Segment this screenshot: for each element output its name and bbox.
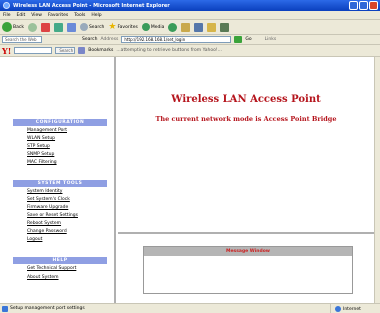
section-configuration: CONFIGURATION [13, 119, 107, 126]
home-icon[interactable] [66, 22, 76, 32]
media-icon [141, 23, 150, 31]
nav-link-save-reset-settings[interactable]: Save or Reset Settings [27, 213, 78, 218]
nav-link-system-identity[interactable]: System Identity [27, 189, 62, 194]
yahoo-search-button[interactable]: Search [55, 47, 76, 54]
star-icon: ★ [108, 22, 117, 32]
bookmarks-icon [78, 47, 86, 54]
message-frame: Message Window [118, 236, 374, 303]
window-title: Wireless LAN Access Point - Microsoft In… [13, 2, 170, 9]
status-text: Setup management port settings [10, 306, 85, 311]
media-button[interactable]: Media [141, 23, 164, 31]
section-help: HELP [13, 257, 107, 264]
back-arrow-icon [2, 22, 12, 32]
ie-icon [3, 2, 10, 9]
nav-link-logout[interactable]: Logout [27, 237, 42, 242]
menu-favorites[interactable]: Favorites [48, 13, 68, 18]
go-icon[interactable] [234, 36, 243, 43]
page-content: CONFIGURATION Management Port WLAN Setup… [0, 57, 380, 303]
address-toolbar: Search the Web Search Address http://192… [0, 35, 380, 45]
yahoo-status-message: ...attempting to retrieve buttons from Y… [116, 48, 222, 53]
message-window: Message Window [143, 246, 353, 294]
menu-file[interactable]: File [3, 13, 11, 18]
minimize-button[interactable] [349, 1, 358, 10]
maximize-button[interactable] [359, 1, 368, 10]
nav-link-mac-filtering[interactable]: MAC Filtering [27, 160, 57, 165]
nav-link-about-system[interactable]: About System [27, 275, 59, 280]
forward-arrow-icon[interactable] [27, 22, 37, 32]
menu-view[interactable]: View [31, 13, 42, 18]
toolbar-spacer [45, 36, 79, 43]
nav-link-wlan-setup[interactable]: WLAN Setup [27, 136, 55, 141]
favorites-button[interactable]: ★ Favorites [108, 22, 137, 32]
navigation-frame: CONFIGURATION Management Port WLAN Setup… [0, 57, 116, 303]
section-system-tools: SYSTEM TOOLS [13, 180, 107, 187]
security-zone: Internet [330, 304, 361, 313]
nav-link-snmp-setup[interactable]: SNMP Setup [27, 152, 54, 157]
nav-link-change-password[interactable]: Change Password [27, 229, 67, 234]
go-button[interactable]: Go [245, 37, 251, 42]
vertical-scrollbar[interactable] [374, 57, 380, 303]
yahoo-toolbar: Y! Search Bookmarks ...attempting to ret… [0, 45, 380, 57]
message-window-title: Message Window [144, 247, 352, 256]
stop-icon[interactable] [40, 22, 50, 32]
network-mode-text: The current network mode is Access Point… [155, 115, 337, 123]
window-titlebar: Wireless LAN Access Point - Microsoft In… [0, 0, 380, 11]
search-web-button[interactable]: Search [82, 37, 97, 42]
bookmarks-button[interactable]: Bookmarks [88, 48, 113, 53]
menu-help[interactable]: Help [91, 13, 101, 18]
zone-label: Internet [343, 306, 361, 312]
main-frame: Wireless LAN Access Point The current ne… [118, 57, 374, 234]
discuss-icon[interactable] [220, 22, 230, 32]
menu-tools[interactable]: Tools [74, 13, 85, 18]
yahoo-logo: Y! [2, 45, 12, 56]
page-icon [2, 305, 8, 312]
nav-link-firmware-upgrade[interactable]: Firmware Upgrade [27, 205, 68, 210]
address-label: Address [100, 37, 119, 42]
mail-icon[interactable] [181, 22, 191, 32]
nav-link-management-port[interactable]: Management Port [27, 128, 67, 133]
links-label[interactable]: Links [265, 37, 277, 42]
print-icon[interactable] [194, 22, 204, 32]
address-input[interactable]: http://192.168.168.1/set_login [121, 36, 232, 43]
globe-icon [335, 306, 341, 312]
close-button[interactable] [369, 1, 378, 10]
nav-link-stp-setup[interactable]: STP Setup [27, 144, 50, 149]
nav-link-reboot-system[interactable]: Reboot System [27, 221, 61, 226]
edit-icon[interactable] [207, 22, 217, 32]
page-title: Wireless LAN Access Point [171, 94, 321, 105]
window-controls [349, 1, 378, 10]
yahoo-search-input[interactable] [14, 47, 53, 54]
history-icon[interactable] [168, 22, 178, 32]
nav-link-set-system-clock[interactable]: Set System's Clock [27, 197, 70, 202]
search-web-input[interactable]: Search the Web [2, 36, 42, 43]
menu-bar: File Edit View Favorites Tools Help [0, 11, 380, 20]
search-icon [79, 23, 88, 31]
menu-edit[interactable]: Edit [17, 13, 26, 18]
nav-link-technical-support[interactable]: Get Technical Support [27, 266, 76, 271]
search-button[interactable]: Search [79, 23, 104, 31]
standard-toolbar: Back Search ★ Favorites Media [0, 20, 380, 35]
status-bar: Setup management port settings Internet [0, 303, 380, 313]
refresh-icon[interactable] [53, 22, 63, 32]
back-button[interactable]: Back [2, 22, 24, 32]
